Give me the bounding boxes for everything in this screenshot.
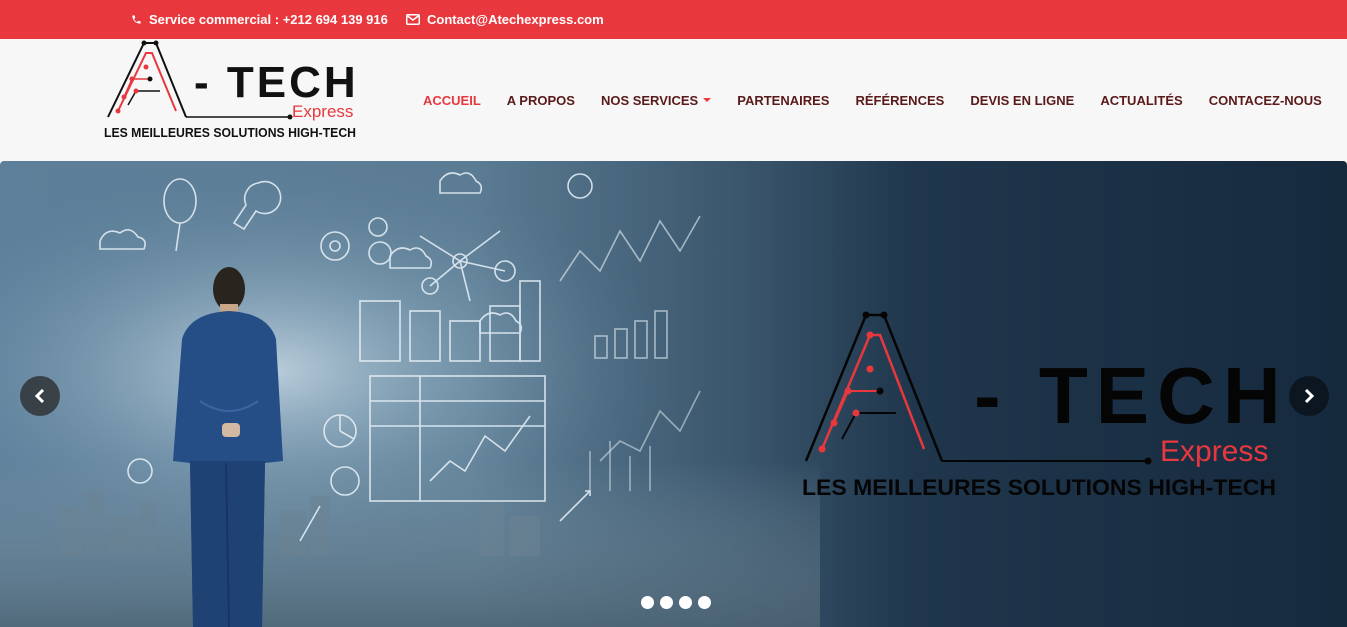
chevron-right-icon	[1304, 389, 1315, 403]
email-text: Contact@Atechexpress.com	[427, 12, 604, 27]
slide-logo-tagline: LES MEILLEURES SOLUTIONS HIGH-TECH	[802, 475, 1276, 500]
nav-item-a-propos[interactable]: A PROPOS	[494, 93, 588, 108]
slide-logo: - TECH Express LES MEILLEURES SOLUTIONS …	[802, 311, 1282, 500]
envelope-icon	[406, 14, 420, 25]
hero-slider: - TECH Express LES MEILLEURES SOLUTIONS …	[0, 161, 1347, 627]
logo-tagline: LES MEILLEURES SOLUTIONS HIGH-TECH	[104, 125, 356, 140]
logo-sub: Express	[292, 102, 353, 121]
site-header: - TECH Express LES MEILLEURES SOLUTIONS …	[0, 39, 1347, 161]
nav-item-devis-en-ligne[interactable]: DEVIS EN LIGNE	[957, 93, 1087, 108]
email-contact[interactable]: Contact@Atechexpress.com	[406, 0, 604, 39]
nav-item-accueil[interactable]: ACCUEIL	[410, 93, 494, 108]
slider-next-button[interactable]	[1289, 376, 1329, 416]
nav-item-nos-services-label: NOS SERVICES	[600, 92, 699, 108]
caret-down-icon	[703, 98, 712, 102]
top-contact-bar: Service commercial : +212 694 139 916 Co…	[0, 0, 1347, 39]
phone-text: Service commercial : +212 694 139 916	[149, 12, 388, 27]
nav-item-partenaires[interactable]: PARTENAIRES	[724, 93, 842, 108]
slider-dot-1[interactable]	[641, 596, 654, 609]
nav-item-contact[interactable]: CONTACEZ-NOUS	[1196, 93, 1335, 108]
slider-prev-button[interactable]	[20, 376, 60, 416]
slider-dot-3[interactable]	[679, 596, 692, 609]
main-navigation: ACCUEIL A PROPOS NOS SERVICES PARTENAIRE…	[410, 39, 1322, 161]
nav-item-nos-services[interactable]: NOS SERVICES	[588, 93, 724, 108]
phone-icon	[132, 15, 141, 24]
nav-item-references[interactable]: RÉFÉRENCES	[842, 93, 957, 108]
phone-contact[interactable]: Service commercial : +212 694 139 916	[131, 0, 388, 39]
logo-name: - TECH	[194, 58, 358, 107]
chevron-left-icon	[34, 389, 45, 403]
slide-logo-name: - TECH	[974, 351, 1282, 440]
site-logo[interactable]: - TECH Express LES MEILLEURES SOLUTIONS …	[102, 39, 358, 143]
slider-dot-4[interactable]	[698, 596, 711, 609]
nav-item-actualites[interactable]: ACTUALITÉS	[1087, 93, 1195, 108]
slider-dot-2[interactable]	[660, 596, 673, 609]
slider-pagination	[641, 596, 711, 609]
slide-logo-sub: Express	[1160, 435, 1268, 468]
